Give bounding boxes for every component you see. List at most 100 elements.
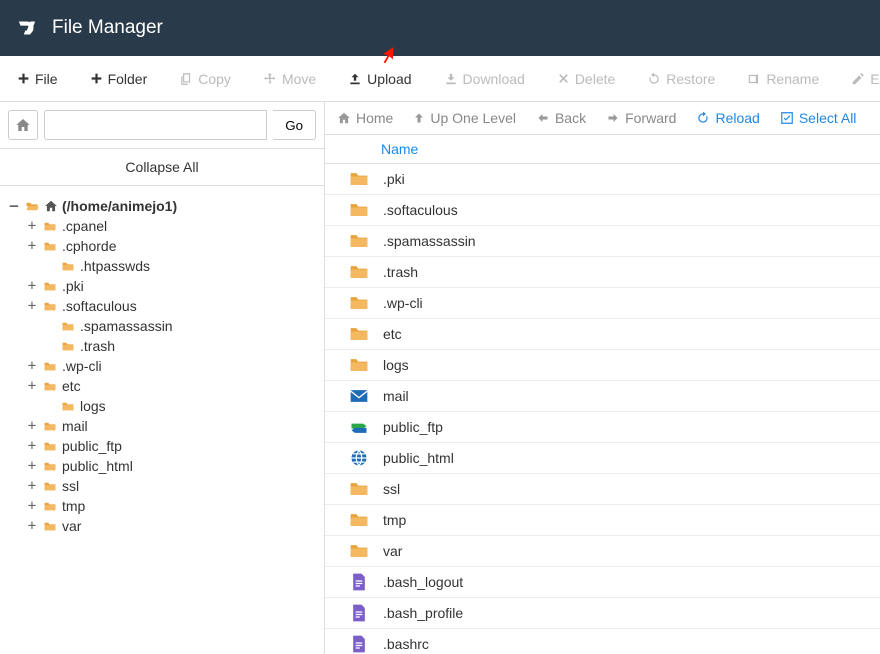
tree-toggle-icon[interactable]: + xyxy=(26,298,38,314)
nav-up-button[interactable]: Up One Level xyxy=(413,110,516,126)
toolbar-label: Rename xyxy=(766,71,819,87)
table-row[interactable]: public_html xyxy=(325,443,880,474)
table-row[interactable]: .bash_logout xyxy=(325,567,880,598)
path-input[interactable] xyxy=(44,110,267,140)
tree-root-label: (/home/animejo1) xyxy=(62,198,177,214)
tree-item[interactable]: logs xyxy=(8,396,316,416)
table-row[interactable]: .softaculous xyxy=(325,195,880,226)
globe-icon xyxy=(349,448,369,468)
tree-item-label: .spamassassin xyxy=(80,318,173,334)
delete-icon xyxy=(557,72,570,85)
nav-selectall-button[interactable]: Select All xyxy=(780,110,857,126)
nav-forward-label: Forward xyxy=(625,110,676,126)
row-name: .wp-cli xyxy=(383,295,423,311)
column-name-header[interactable]: Name xyxy=(381,141,418,157)
tree-item[interactable]: +etc xyxy=(8,376,316,396)
collapse-all-button[interactable]: Collapse All xyxy=(0,149,324,186)
nav-forward-button[interactable]: Forward xyxy=(606,110,676,126)
tree-item[interactable]: +ssl xyxy=(8,476,316,496)
tree-toggle-icon[interactable]: + xyxy=(26,458,38,474)
file-button[interactable]: File xyxy=(10,66,65,92)
reload-icon xyxy=(696,111,710,125)
row-name: etc xyxy=(383,326,402,342)
tree-toggle-icon[interactable]: + xyxy=(26,418,38,434)
table-row[interactable]: var xyxy=(325,536,880,567)
content-pane: Home Up One Level Back Forward Reload Se… xyxy=(325,102,880,654)
tree-toggle-icon[interactable]: + xyxy=(26,478,38,494)
file-icon xyxy=(349,603,369,623)
table-row[interactable]: .bashrc xyxy=(325,629,880,654)
nav-back-label: Back xyxy=(555,110,586,126)
tree-toggle-icon[interactable]: + xyxy=(26,498,38,514)
nav-home-label: Home xyxy=(356,110,393,126)
tree-toggle-icon[interactable]: + xyxy=(26,378,38,394)
tree-item[interactable]: +.softaculous xyxy=(8,296,316,316)
table-row[interactable]: .bash_profile xyxy=(325,598,880,629)
table-row[interactable]: ssl xyxy=(325,474,880,505)
table-row[interactable]: .spamassassin xyxy=(325,226,880,257)
table-row[interactable]: .trash xyxy=(325,257,880,288)
ftp-icon xyxy=(349,417,369,437)
tree-toggle-icon[interactable]: + xyxy=(26,278,38,294)
tree-toggle-icon[interactable]: – xyxy=(8,198,20,214)
sidebar: Go Collapse All – (/home/animejo1) + .cpane… xyxy=(0,102,325,654)
row-name: var xyxy=(383,543,402,559)
tree-item[interactable]: .spamassassin xyxy=(8,316,316,336)
tree-item-label: tmp xyxy=(62,498,85,514)
tree-item[interactable]: + .cpanel xyxy=(8,216,316,236)
rename-icon xyxy=(747,72,761,86)
tree-item[interactable]: +public_ftp xyxy=(8,436,316,456)
row-name: tmp xyxy=(383,512,406,528)
tree-item[interactable]: + .wp-cli xyxy=(8,356,316,376)
copy-icon xyxy=(179,72,193,86)
table-row[interactable]: public_ftp xyxy=(325,412,880,443)
tree-item-label: .wp-cli xyxy=(62,358,102,374)
file-icon xyxy=(349,634,369,654)
row-name: .softaculous xyxy=(383,202,458,218)
tree-item[interactable]: .htpasswds xyxy=(8,256,316,276)
folder-icon xyxy=(349,355,369,375)
nav-reload-label: Reload xyxy=(715,110,759,126)
upload-button[interactable]: Upload xyxy=(341,66,418,92)
toolbar-label: Delete xyxy=(575,71,615,87)
directory-tree: – (/home/animejo1) + .cpanel +.cphorde.htpas… xyxy=(0,186,324,654)
tree-item[interactable]: +mail xyxy=(8,416,316,436)
tree-item[interactable]: + tmp xyxy=(8,496,316,516)
main-toolbar: FileFolderCopyMoveUploadDownloadDeleteRe… xyxy=(0,56,880,102)
nav-back-button[interactable]: Back xyxy=(536,110,586,126)
tree-item[interactable]: + .pki xyxy=(8,276,316,296)
go-button[interactable]: Go xyxy=(273,110,316,140)
tree-item[interactable]: .trash xyxy=(8,336,316,356)
nav-home-button[interactable]: Home xyxy=(337,110,393,126)
table-row[interactable]: .wp-cli xyxy=(325,288,880,319)
row-name: .bash_profile xyxy=(383,605,463,621)
file-icon xyxy=(349,572,369,592)
table-row[interactable]: .pki xyxy=(325,164,880,195)
mail-icon xyxy=(349,386,369,406)
move-icon xyxy=(263,72,277,86)
home-button[interactable] xyxy=(8,110,38,140)
tree-item[interactable]: + var xyxy=(8,516,316,536)
cpanel-logo-icon xyxy=(14,15,40,41)
nav-selectall-label: Select All xyxy=(799,110,857,126)
tree-root[interactable]: – (/home/animejo1) xyxy=(8,196,316,216)
tree-toggle-icon[interactable]: + xyxy=(26,358,38,374)
tree-item[interactable]: +.cphorde xyxy=(8,236,316,256)
table-row[interactable]: mail xyxy=(325,381,880,412)
tree-item-label: .cpanel xyxy=(62,218,107,234)
tree-toggle-icon[interactable]: + xyxy=(26,518,38,534)
tree-item-label: .pki xyxy=(62,278,84,294)
table-row[interactable]: logs xyxy=(325,350,880,381)
tree-item-label: var xyxy=(62,518,81,534)
home-icon xyxy=(15,117,31,133)
folder-button[interactable]: Folder xyxy=(83,66,155,92)
table-row[interactable]: tmp xyxy=(325,505,880,536)
folder-icon xyxy=(349,541,369,561)
tree-item[interactable]: +public_html xyxy=(8,456,316,476)
file-list: .pki .softaculous .spamassassin.trash .wp-c… xyxy=(325,164,880,654)
table-row[interactable]: etc xyxy=(325,319,880,350)
tree-toggle-icon[interactable]: + xyxy=(26,238,38,254)
nav-reload-button[interactable]: Reload xyxy=(696,110,759,126)
tree-toggle-icon[interactable]: + xyxy=(26,218,38,234)
tree-toggle-icon[interactable]: + xyxy=(26,438,38,454)
